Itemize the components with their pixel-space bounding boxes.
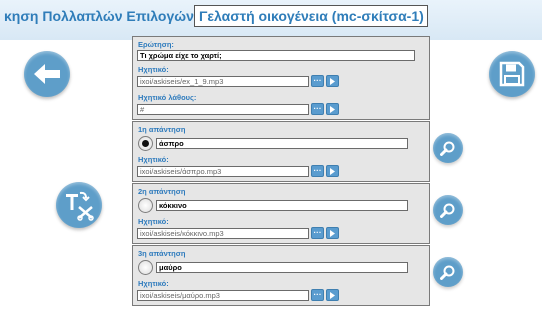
save-button[interactable] — [489, 51, 535, 97]
answer-2-play-button[interactable] — [326, 227, 339, 239]
wrong-audio-file-field[interactable]: # — [137, 104, 309, 115]
play-icon — [330, 229, 335, 237]
play-icon — [330, 291, 335, 299]
page-title: κηση Πολλαπλών Επιλογών: — [4, 8, 199, 24]
radio-selected-dot — [142, 140, 149, 147]
play-icon — [330, 77, 335, 85]
audio-label: Ηχητικό: — [138, 155, 169, 164]
answer-2-input[interactable]: κόκκινο — [156, 200, 408, 211]
title-bar: κηση Πολλαπλών Επιλογών: Γελαστή οικογέν… — [0, 0, 542, 40]
answer-panel-3: 3η απάντηση μαύρο Ηχητικό: ixoi/askiseis… — [132, 245, 430, 306]
answer-2-audio-field[interactable]: ixoi/askiseis/κόκκινο.mp3 — [137, 228, 309, 239]
answer-1-play-button[interactable] — [326, 165, 339, 177]
ellipsis-icon: ··· — [313, 228, 322, 237]
exercise-name-field[interactable]: Γελαστή οικογένεια (mc-σκίτσα-1) — [194, 5, 428, 27]
ellipsis-icon: ··· — [313, 166, 322, 175]
audio-label: Ηχητικό: — [138, 65, 169, 74]
answer-1-preview-button[interactable] — [433, 133, 463, 163]
ellipsis-icon: ··· — [313, 76, 322, 85]
question-panel: Ερώτηση: Τι χρώμα είχε το χαρτί; Ηχητικό… — [132, 36, 430, 120]
answer-title: 1η απάντηση — [138, 125, 186, 134]
answer-2-preview-button[interactable] — [433, 195, 463, 225]
answer-3-input[interactable]: μαύρο — [156, 262, 408, 273]
answer-1-audio-field[interactable]: ixoi/askiseis/άσπρο.mp3 — [137, 166, 309, 177]
ellipsis-icon: ··· — [313, 290, 322, 299]
question-label: Ερώτηση: — [138, 40, 174, 49]
answer-3-play-button[interactable] — [326, 289, 339, 301]
play-icon — [330, 105, 335, 113]
browse-wrong-audio-button[interactable]: ··· — [311, 103, 324, 115]
text-tool-button[interactable] — [56, 182, 102, 228]
answer-title: 2η απάντηση — [138, 187, 186, 196]
play-audio-button[interactable] — [326, 75, 339, 87]
magnifier-icon — [440, 265, 455, 280]
answer-2-radio[interactable] — [138, 198, 153, 213]
answer-1-radio[interactable] — [138, 136, 153, 151]
answer-3-preview-button[interactable] — [433, 257, 463, 287]
text-tool-icon — [66, 191, 94, 221]
back-arrow-icon — [34, 64, 60, 84]
ellipsis-icon: ··· — [313, 104, 322, 113]
magnifier-icon — [440, 141, 455, 156]
browse-audio-button[interactable]: ··· — [311, 75, 324, 87]
answer-panel-2: 2η απάντηση κόκκινο Ηχητικό: ixoi/askise… — [132, 183, 430, 244]
play-icon — [330, 167, 335, 175]
answer-1-browse-button[interactable]: ··· — [311, 165, 324, 177]
answer-3-browse-button[interactable]: ··· — [311, 289, 324, 301]
wrong-audio-label: Ηχητικό λάθους: — [138, 93, 197, 102]
question-input[interactable]: Τι χρώμα είχε το χαρτί; — [137, 50, 415, 61]
answer-2-browse-button[interactable]: ··· — [311, 227, 324, 239]
back-button[interactable] — [24, 51, 70, 97]
answer-panel-1: 1η απάντηση άσπρο Ηχητικό: ixoi/askiseis… — [132, 121, 430, 182]
audio-label: Ηχητικό: — [138, 279, 169, 288]
answer-3-radio[interactable] — [138, 260, 153, 275]
magnifier-icon — [440, 203, 455, 218]
answer-1-input[interactable]: άσπρο — [156, 138, 408, 149]
audio-file-field[interactable]: ixoi/askiseis/ex_1_9.mp3 — [137, 76, 309, 87]
floppy-disk-icon — [499, 61, 525, 87]
answer-3-audio-field[interactable]: ixoi/askiseis/μαύρο.mp3 — [137, 290, 309, 301]
answer-title: 3η απάντηση — [138, 249, 186, 258]
play-wrong-audio-button[interactable] — [326, 103, 339, 115]
audio-label: Ηχητικό: — [138, 217, 169, 226]
